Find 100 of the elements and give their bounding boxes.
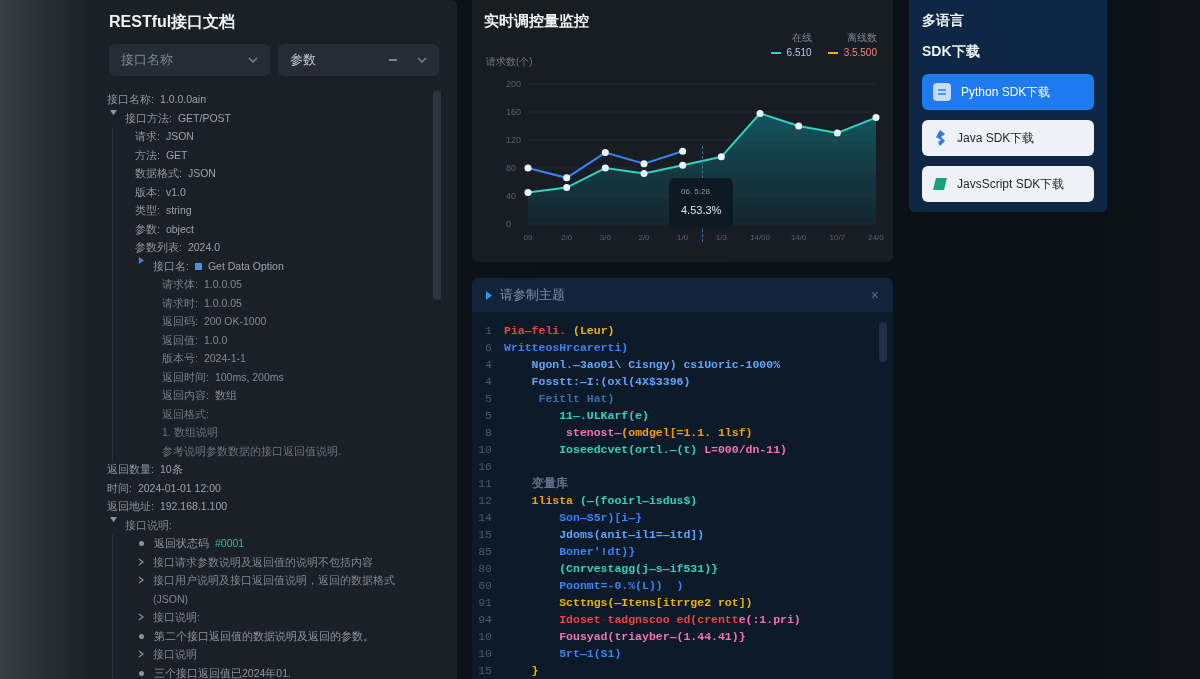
doc-value: 2024-01-01 12:00: [137, 480, 221, 496]
code-token: Pia—feli.: [504, 322, 567, 339]
doc-label: 返回内容:: [162, 388, 209, 403]
doc-value: 192.168.1.100: [159, 499, 228, 514]
line-number: 91: [477, 594, 493, 611]
doc-text: 参考说明参数数据的接口返回值说明.: [162, 443, 341, 459]
dropdown-placeholder: 接口名称: [121, 51, 174, 70]
doc-label: 三个接口返回值已2024年01.: [154, 665, 291, 679]
y-tick-label: 120: [506, 135, 522, 145]
code-token: WritteosHrcarerti): [504, 339, 629, 356]
doc-text: 接口说明:: [153, 610, 200, 625]
code-token: }: [530, 662, 539, 679]
line-number: 85: [477, 543, 493, 560]
doc-label: 返回码:: [162, 314, 198, 329]
doc-label: 接口方法:: [125, 110, 172, 126]
x-tick-label: 24/0: [868, 233, 884, 242]
code-token: 1lista: [530, 492, 573, 509]
doc-label: 第二个接口返回值的数据说明及返回的参数。: [154, 628, 374, 644]
doc-value: 数组: [214, 388, 237, 403]
y-tick-label: 40: [506, 191, 516, 201]
line-number: 16: [477, 458, 493, 475]
y-tick-label: 80: [506, 163, 516, 173]
code-token: Poonmt=-0.%(L)) ): [558, 577, 684, 594]
doc-value: v1.0: [165, 184, 186, 200]
doc-label: 数据格式:: [135, 166, 182, 181]
code-token: (Cnrvestagg(j—s—if531)}: [558, 560, 718, 577]
line-number: 10: [477, 628, 493, 645]
panel-title: 实时调控量监控: [484, 11, 589, 31]
line-number: 14: [477, 509, 493, 526]
doc-label: 版本:: [135, 184, 160, 200]
code-token: Idoset tadgnscoo ed(crentt: [558, 611, 739, 628]
doc-value: Get Data Option: [207, 258, 284, 274]
code-token: L=000/dn-11): [704, 441, 787, 458]
sdk-download-button[interactable]: JavsScript SDK下载: [922, 166, 1094, 202]
doc-value: 1.0.0: [203, 332, 228, 348]
y-tick-label: 200: [506, 79, 522, 89]
sdk-download-button[interactable]: Java SDK下载: [922, 120, 1094, 156]
x-tick-label: 2/0: [638, 233, 650, 242]
code-token: Fousyad(triayber—(1.44.41)}: [558, 628, 746, 645]
code-token: (—(fooirl—isdus$): [578, 492, 698, 509]
line-number: 10: [477, 645, 493, 662]
doc-value: 10条: [159, 462, 183, 477]
doc-label: 版本号:: [162, 351, 198, 366]
line-number: 6: [484, 339, 493, 356]
doc-value: 200 OK-1000: [203, 314, 267, 329]
tooltip-title: 06. 5:28: [681, 186, 711, 198]
dropdown-select[interactable]: 接口名称: [109, 44, 270, 76]
doc-label: 接口名称:: [107, 92, 154, 107]
doc-value: 100ms, 200ms: [214, 369, 284, 385]
line-number: 10: [477, 441, 493, 458]
line-number: 60: [477, 577, 493, 594]
code-token: 11—.ULKarf(e): [558, 407, 649, 424]
sdk-download-button[interactable]: Python SDK下载: [922, 74, 1094, 110]
doc-label: 参数列表:: [135, 240, 182, 255]
code-title: 请参制主题: [500, 286, 566, 305]
doc-text: 返回格式:: [162, 406, 209, 422]
code-token: Ioseedcvet(ortl.—(t): [558, 441, 699, 458]
line-number: 11: [477, 475, 493, 492]
dropdown-select[interactable]: 参数: [278, 44, 439, 76]
y-axis-title: 请求数(个): [486, 55, 533, 69]
line-number: 5: [484, 407, 493, 424]
doc-label: 方法:: [135, 147, 160, 163]
line-number: 5: [484, 390, 493, 407]
code-token: Boner'!dt)}: [558, 543, 636, 560]
line-number: 1: [484, 322, 493, 339]
doc-text: 接口说明: [153, 647, 197, 662]
doc-label: 返回数量:: [107, 462, 154, 477]
code-token: Ngonl.—3ao01\ Cisngy) cs1Uoric-1000%: [530, 356, 781, 373]
panel-heading: 多语言: [922, 11, 965, 30]
doc-text: 接口用户说明及接口返回值说明，返回的数据格式(JSON): [153, 573, 396, 607]
doc-label: 请求体:: [162, 277, 198, 292]
doc-value: JSON: [165, 129, 194, 144]
doc-label: 返回值:: [162, 332, 198, 348]
y-tick-label: 160: [506, 107, 522, 117]
line-number: 8: [484, 424, 493, 441]
doc-label: 时间:: [107, 480, 132, 496]
code-token: (omdgel[=1.1. 1lsf): [621, 424, 753, 441]
code-token: Jdoms(anit—il1=—itd]): [558, 526, 705, 543]
doc-value: 1.0.0.0ain: [159, 92, 207, 107]
code-token: Scttngs(—Itens[itrrge2 rot]): [558, 594, 753, 611]
line-number: 15: [477, 526, 493, 543]
legend-value: 3.5.500: [843, 46, 877, 60]
doc-value: 2024.0: [187, 240, 221, 255]
doc-label: 请求时:: [162, 295, 198, 311]
doc-value: #0001: [215, 536, 245, 551]
line-number: 15: [477, 662, 493, 679]
code-token: 变量库: [530, 475, 568, 492]
legend-value: 6.510: [786, 46, 812, 60]
line-number: 80: [477, 560, 493, 577]
line-number: 12: [477, 492, 493, 509]
doc-value: 2024-1-1: [203, 351, 246, 366]
doc-value: GET: [165, 147, 188, 163]
doc-value: 1.0.0.05: [203, 277, 242, 292]
doc-label: 请求:: [135, 129, 160, 144]
code-token: Fosstt:—I:(oxl(4X$3396): [530, 373, 691, 390]
line-number: 4: [484, 356, 493, 373]
legend-label: 离线数: [847, 31, 877, 45]
doc-value: GET/POST: [177, 110, 231, 126]
doc-label: 类型:: [135, 203, 160, 218]
doc-label: 接口名:: [153, 258, 189, 274]
